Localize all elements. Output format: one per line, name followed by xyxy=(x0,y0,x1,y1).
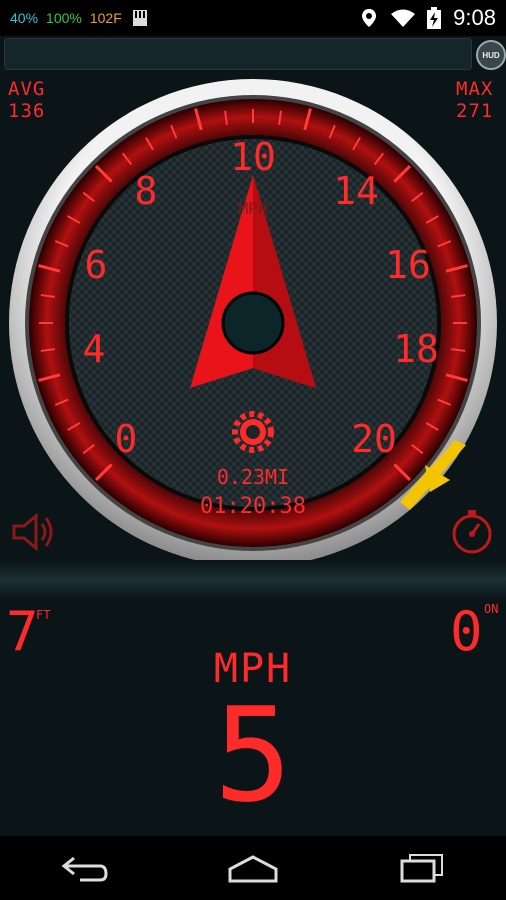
sd-card-icon xyxy=(132,10,147,26)
gauge-unit: MPH xyxy=(239,199,268,218)
home-button[interactable] xyxy=(223,848,283,888)
hud-button[interactable]: HUD xyxy=(476,40,506,70)
back-button[interactable] xyxy=(54,848,114,888)
recent-apps-button[interactable] xyxy=(392,848,452,888)
battery-percent: 100% xyxy=(46,10,82,26)
top-bar xyxy=(4,38,472,70)
digital-speed: 5 xyxy=(213,679,293,831)
clock: 9:08 xyxy=(453,5,496,30)
wifi-icon xyxy=(391,9,416,27)
temperature: 102F xyxy=(89,10,122,26)
recent-apps-icon xyxy=(400,854,443,883)
tick-label: 14 xyxy=(333,169,379,213)
tick-label: 20 xyxy=(351,417,397,461)
home-icon xyxy=(228,855,278,883)
speedometer-gauge: 0 4 6 8 10 14 16 18 20 MPH 0.23MI 01:20:… xyxy=(9,79,497,567)
speaker-volume-icon[interactable] xyxy=(10,510,56,554)
tick-label: 16 xyxy=(385,243,431,287)
back-arrow-icon xyxy=(61,856,108,882)
location-icon xyxy=(362,9,377,27)
navigation-bar xyxy=(0,836,506,900)
tick-label: 6 xyxy=(85,243,108,287)
trip-distance: 0.23MI xyxy=(217,465,289,489)
altitude-unit: FT xyxy=(36,608,51,622)
cpu-indicator: 40% xyxy=(10,10,39,26)
gauge-hub xyxy=(221,291,285,355)
reflection-floor xyxy=(0,560,506,600)
tick-label: 18 xyxy=(393,327,439,371)
tick-label: 4 xyxy=(83,327,106,371)
heading-unit: ON xyxy=(484,602,499,616)
tick-label: 8 xyxy=(135,169,158,213)
tick-label: 10 xyxy=(230,135,276,179)
status-bar: 40% 100% 102F 9:08 xyxy=(0,0,506,36)
tick-label: 0 xyxy=(115,417,138,461)
stopwatch-icon[interactable] xyxy=(448,508,496,556)
hud-label: HUD xyxy=(482,50,500,60)
battery-charging-icon xyxy=(427,7,442,29)
trip-elapsed-time: 01:20:38 xyxy=(200,494,306,519)
